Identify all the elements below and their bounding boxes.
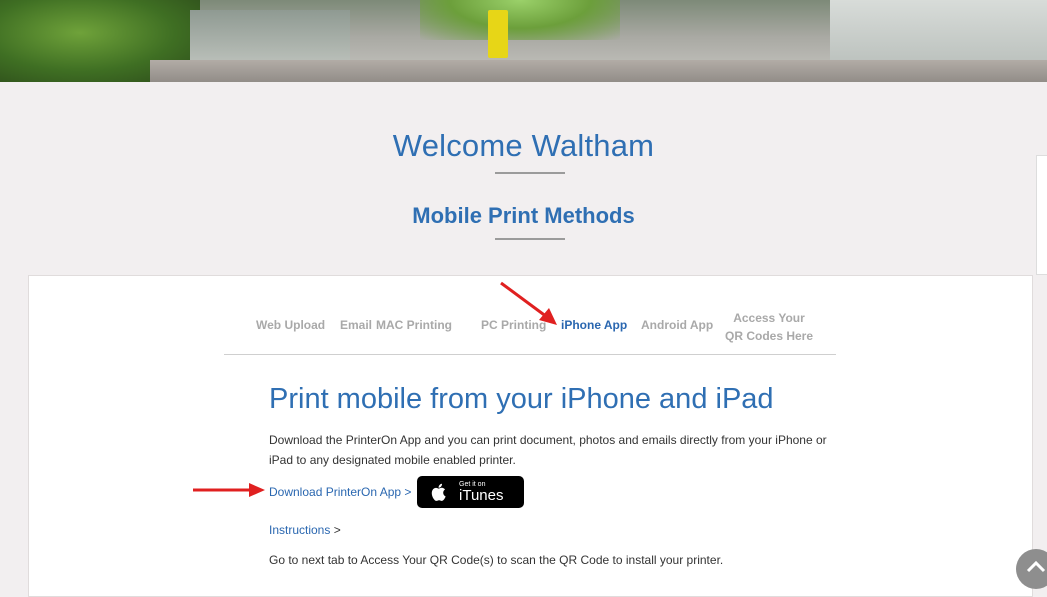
instructions-link-suffix: >	[330, 523, 341, 537]
itunes-badge-text: iTunes	[459, 487, 504, 504]
tabs-divider	[224, 354, 836, 355]
page-title: Welcome Waltham	[392, 128, 655, 163]
qr-code-note: Go to next tab to Access Your QR Code(s)…	[269, 553, 724, 567]
content-description: Download the PrinterOn App and you can p…	[269, 433, 827, 467]
tab-access-qr-line2: QR Codes Here	[724, 329, 814, 343]
side-feedback-widget[interactable]	[1036, 155, 1047, 275]
title-divider	[495, 172, 565, 174]
arrow-annotation-download	[193, 483, 265, 497]
content-heading: Print mobile from your iPhone and iPad	[269, 383, 774, 415]
tab-iphone-app[interactable]: iPhone App	[561, 318, 627, 332]
instructions-link[interactable]: Instructions >	[269, 523, 341, 537]
tab-access-qr-codes[interactable]: Access Your QR Codes Here	[724, 309, 814, 345]
header-banner-image	[0, 0, 1047, 82]
subtitle-divider	[495, 238, 565, 240]
download-link-label: Download PrinterOn App	[269, 485, 402, 499]
tab-email[interactable]: Email	[340, 318, 372, 332]
download-printeron-link[interactable]: Download PrinterOn App >	[269, 485, 411, 499]
chevron-up-icon	[1026, 560, 1046, 573]
instructions-link-label: Instructions	[269, 523, 331, 537]
itunes-badge-button[interactable]: Get it on iTunes	[417, 476, 524, 508]
tab-web-upload[interactable]: Web Upload	[256, 318, 325, 332]
arrow-annotation-tab	[500, 281, 557, 325]
apple-icon	[431, 483, 446, 501]
tab-access-qr-line1: Access Your	[733, 311, 805, 325]
download-link-suffix: >	[401, 485, 412, 499]
tab-android-app[interactable]: Android App	[641, 318, 713, 332]
section-title: Mobile Print Methods	[412, 203, 635, 228]
tab-mac-printing[interactable]: MAC Printing	[376, 318, 452, 332]
